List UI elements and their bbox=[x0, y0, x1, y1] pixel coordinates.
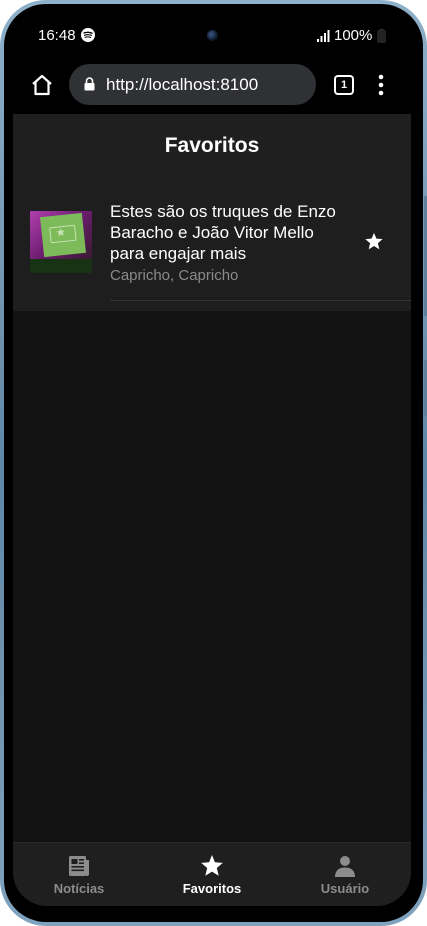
status-bar: 16:48 100% bbox=[13, 13, 411, 57]
list-item[interactable]: Estes são os truques de Enzo Baracho e J… bbox=[13, 179, 411, 311]
browser-toolbar: http://localhost:8100 1 bbox=[13, 57, 411, 114]
thumbnail-shadow bbox=[30, 259, 92, 273]
thumbnail-card bbox=[40, 212, 86, 258]
favorites-list: Estes são os truques de Enzo Baracho e J… bbox=[13, 179, 411, 842]
tab-noticias[interactable]: Notícias bbox=[13, 843, 145, 906]
screen: 16:48 100% http://localhost:8100 1 Favor… bbox=[13, 13, 411, 906]
tab-usuario[interactable]: Usuário bbox=[279, 843, 411, 906]
battery-icon bbox=[377, 29, 386, 43]
spotify-icon bbox=[81, 28, 95, 42]
article-title: Estes são os truques de Enzo Baracho e J… bbox=[110, 202, 336, 263]
page-title: Favoritos bbox=[164, 134, 260, 157]
thumbnail-frame bbox=[49, 224, 77, 244]
lock-icon bbox=[84, 77, 95, 91]
tab-bar: Notícias Favoritos Usuário bbox=[13, 842, 411, 906]
battery-percentage: 100% bbox=[334, 27, 373, 44]
phone-frame: 16:48 100% http://localhost:8100 1 Favor… bbox=[0, 0, 427, 926]
app-header: Favoritos bbox=[13, 114, 411, 180]
item-divider bbox=[110, 300, 411, 301]
url-text: http://localhost:8100 bbox=[106, 75, 259, 94]
home-icon[interactable] bbox=[30, 73, 54, 97]
tab-label: Usuário bbox=[320, 881, 370, 896]
signal-icon bbox=[317, 30, 330, 42]
status-time: 16:48 bbox=[38, 27, 76, 44]
front-camera bbox=[207, 30, 218, 41]
thumbnail-star-icon bbox=[56, 228, 65, 237]
more-menu-icon[interactable] bbox=[378, 74, 384, 96]
tab-label: Favoritos bbox=[182, 881, 242, 896]
tab-switcher-button[interactable]: 1 bbox=[334, 75, 354, 95]
newspaper-icon bbox=[69, 856, 89, 876]
favorite-star-icon[interactable] bbox=[364, 232, 384, 251]
article-source: Capricho, Capricho bbox=[110, 267, 239, 284]
person-icon bbox=[335, 856, 355, 877]
tab-label: Notícias bbox=[53, 881, 105, 896]
tab-favoritos[interactable]: Favoritos bbox=[146, 843, 278, 906]
article-thumbnail bbox=[30, 211, 92, 273]
address-bar[interactable]: http://localhost:8100 bbox=[69, 64, 316, 105]
star-icon bbox=[201, 855, 223, 876]
